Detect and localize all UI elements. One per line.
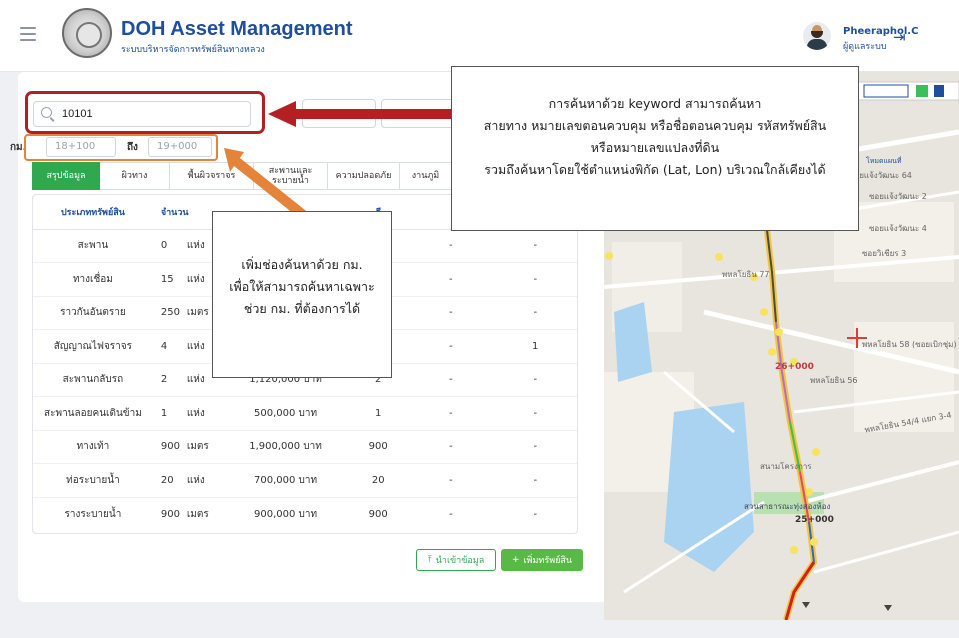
- callout-right-line-3: หรือหมายเลขแปลงที่ดิน: [590, 140, 720, 155]
- red-arrow: [268, 101, 453, 127]
- keyword-search-callout: การค้นหาด้วย keyword สามารถค้นหา สายทาง …: [451, 66, 859, 231]
- callout-right-line-1: การค้นหาด้วย keyword สามารถค้นหา: [548, 96, 762, 111]
- callout-right-line-4: รวมถึงค้นหาโดยใช้ตำแหน่งพิกัด (Lat, Lon)…: [484, 162, 826, 177]
- callout-left-line-2: เพื่อให้สามารถค้นหาเฉพาะ: [229, 279, 375, 294]
- callout-right-line-2: สายทาง หมายเลขตอนควบคุม หรือชื่อตอนควบคุ…: [483, 118, 827, 133]
- callout-left-line-1: เพิ่มช่องค้นหาด้วย กม.: [241, 257, 363, 272]
- callout-left-line-3: ช่วย กม. ที่ต้องการได้: [243, 301, 361, 316]
- km-search-callout: เพิ่มช่องค้นหาด้วย กม. เพื่อให้สามารถค้น…: [212, 211, 392, 378]
